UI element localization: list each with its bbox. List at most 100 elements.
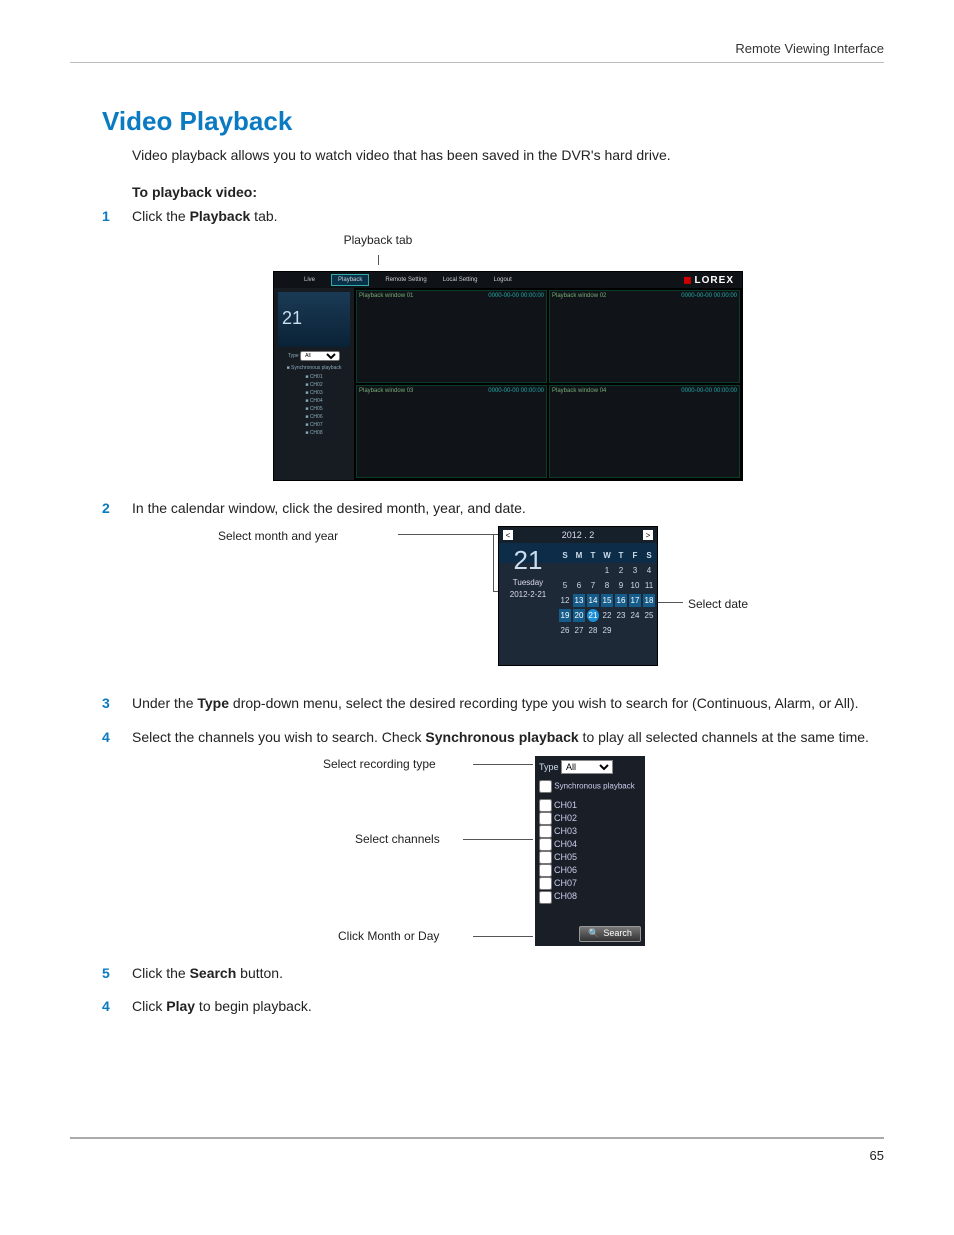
calendar-month-year: 2012 . 2 [562, 529, 595, 542]
step-6-post: to begin playback. [195, 998, 312, 1014]
playback-window-03[interactable]: Playback window 030000-00-00 00:00:00 [356, 385, 547, 478]
calendar-prev-button[interactable]: < [503, 530, 513, 540]
calendar-day[interactable]: 15 [601, 594, 613, 607]
step-4-pre: Select the channels you wish to search. … [132, 729, 425, 745]
ch05[interactable]: CH05 [539, 851, 641, 864]
page-title: Video Playback [102, 103, 884, 139]
calendar-day[interactable]: 2 [615, 564, 627, 577]
calendar-day[interactable]: 6 [573, 579, 585, 592]
calendar-dow-row: SMTWTFS [559, 549, 655, 562]
tab-logout[interactable]: Logout [493, 276, 511, 284]
ch08[interactable]: CH08 [539, 890, 641, 903]
fig3-leader-type [473, 764, 533, 765]
sidebar-ch06[interactable]: ■ CH06 [278, 414, 350, 421]
header-breadcrumb: Remote Viewing Interface [70, 40, 884, 58]
sidebar-sync[interactable]: ■ Synchronous playback [278, 365, 350, 372]
calendar-day[interactable]: 17 [629, 594, 641, 607]
calendar-day [573, 564, 585, 577]
playback-window-02[interactable]: Playback window 020000-00-00 00:00:00 [549, 290, 740, 383]
sidebar-ch02[interactable]: ■ CH02 [278, 382, 350, 389]
calendar-next-button[interactable]: > [643, 530, 653, 540]
sidebar-ch08[interactable]: ■ CH08 [278, 430, 350, 437]
sidebar-ch01[interactable]: ■ CH01 [278, 374, 350, 381]
sidebar-type-label: Type [288, 353, 299, 359]
search-button[interactable]: 🔍 Search [579, 926, 641, 942]
calendar-day[interactable]: 28 [587, 624, 599, 637]
fig1-screenshot: Live Playback Remote Setting Local Setti… [273, 271, 743, 481]
step-2: 2 In the calendar window, click the desi… [102, 499, 884, 677]
ch03[interactable]: CH03 [539, 825, 641, 838]
fig3-label-search: Click Month or Day [338, 928, 439, 945]
sidebar-ch04[interactable]: ■ CH04 [278, 398, 350, 405]
sidebar-type-select[interactable]: All [300, 351, 340, 361]
ch04[interactable]: CH04 [539, 838, 641, 851]
fig2-label-date: Select date [688, 596, 748, 613]
step-6-bold: Play [166, 998, 195, 1014]
tab-live[interactable]: Live [304, 276, 315, 284]
step-2-text: In the calendar window, click the desire… [132, 500, 526, 516]
step-5-post: button. [236, 965, 283, 981]
step-6: 4 Click Play to begin playback. [102, 997, 884, 1017]
calendar-day[interactable]: 18 [643, 594, 655, 607]
channel-list: CH01 CH02 CH03 CH04 CH05 CH06 CH07 CH08 [539, 799, 641, 904]
fig2-leader-1 [398, 534, 498, 535]
fig2-leader-2 [658, 602, 683, 603]
step-3: 3 Under the Type drop-down menu, select … [102, 694, 884, 714]
type-select[interactable]: All [561, 760, 613, 774]
step-3-post: drop-down menu, select the desired recor… [229, 695, 859, 711]
calendar-day[interactable]: 5 [559, 579, 571, 592]
sidebar-calendar[interactable]: 21 [278, 292, 350, 347]
calendar-big-date: 21 [503, 547, 553, 573]
calendar-day[interactable]: 29 [601, 624, 613, 637]
playback-window-04[interactable]: Playback window 040000-00-00 00:00:00 [549, 385, 740, 478]
sidebar-ch07[interactable]: ■ CH07 [278, 422, 350, 429]
fig3-wrap: Select recording type Select channels Cl… [263, 756, 753, 946]
calendar-day[interactable]: 23 [615, 609, 627, 622]
ch01[interactable]: CH01 [539, 799, 641, 812]
type-row: Type All [539, 760, 641, 774]
bottom-rule [70, 1137, 884, 1139]
step-5-pre: Click the [132, 965, 190, 981]
calendar-day[interactable]: 27 [573, 624, 585, 637]
calendar-day[interactable]: 19 [559, 609, 571, 622]
calendar-day[interactable]: 10 [629, 579, 641, 592]
step-1: 1 Click the Playback tab. Playback tab L… [102, 207, 884, 481]
calendar-day[interactable]: 1 [601, 564, 613, 577]
playback-window-01[interactable]: Playback window 010000-00-00 00:00:00 [356, 290, 547, 383]
calendar-day[interactable]: 8 [601, 579, 613, 592]
step-1-number: 1 [102, 207, 110, 227]
calendar-day[interactable]: 25 [643, 609, 655, 622]
calendar-datestring: 2012-2-21 [503, 589, 553, 600]
calendar-day[interactable]: 14 [587, 594, 599, 607]
sync-row[interactable]: Synchronous playback [539, 780, 641, 793]
tab-local-setting[interactable]: Local Setting [443, 276, 478, 284]
calendar-day[interactable]: 11 [643, 579, 655, 592]
top-rule [70, 62, 884, 63]
tab-remote-setting[interactable]: Remote Setting [385, 276, 426, 284]
step-5-number: 5 [102, 964, 110, 984]
calendar-day[interactable]: 7 [587, 579, 599, 592]
calendar-day[interactable]: 24 [629, 609, 641, 622]
ch02[interactable]: CH02 [539, 812, 641, 825]
calendar-day[interactable]: 13 [573, 594, 585, 607]
calendar-day[interactable]: 26 [559, 624, 571, 637]
tab-playback[interactable]: Playback [331, 274, 369, 286]
calendar-day[interactable]: 4 [643, 564, 655, 577]
sidebar-ch03[interactable]: ■ CH03 [278, 390, 350, 397]
calendar-day[interactable]: 3 [629, 564, 641, 577]
subhead: To playback video: [132, 183, 884, 203]
calendar-day[interactable]: 21 [587, 609, 599, 622]
calendar-left-panel: 21 Tuesday 2012-2-21 [503, 547, 553, 599]
calendar-day[interactable]: 12 [559, 594, 571, 607]
calendar-day[interactable]: 16 [615, 594, 627, 607]
calendar-day[interactable]: 9 [615, 579, 627, 592]
calendar-day[interactable]: 22 [601, 609, 613, 622]
sync-checkbox[interactable] [539, 780, 552, 793]
calendar-dayname: Tuesday [503, 577, 553, 588]
sidebar-ch05[interactable]: ■ CH05 [278, 406, 350, 413]
calendar-topbar: < 2012 . 2 > [499, 527, 657, 543]
ch07[interactable]: CH07 [539, 877, 641, 890]
ch06[interactable]: CH06 [539, 864, 641, 877]
calendar-day[interactable]: 20 [573, 609, 585, 622]
search-icon: 🔍 [588, 927, 599, 940]
